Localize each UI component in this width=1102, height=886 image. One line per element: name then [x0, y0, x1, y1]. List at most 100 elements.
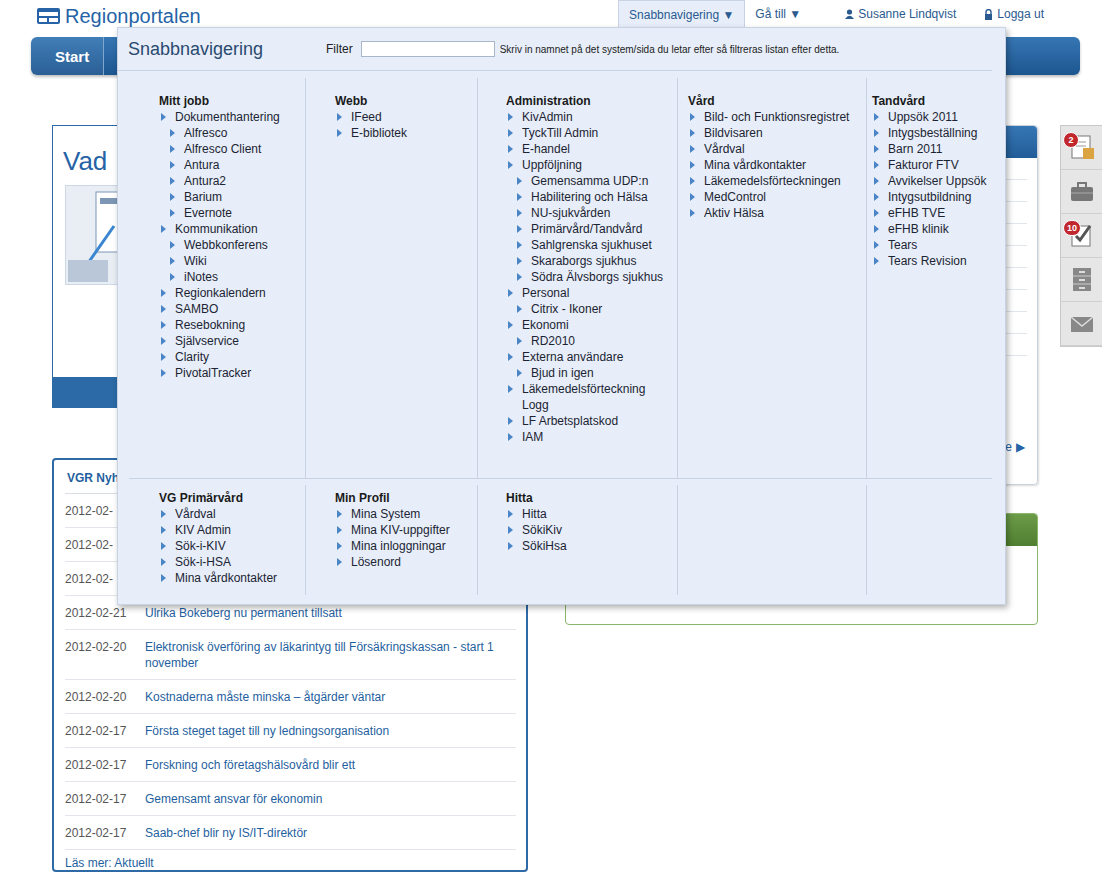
quicknav-item[interactable]: IFeed — [335, 109, 471, 125]
quicknav-link[interactable]: Fakturor FTV — [888, 157, 959, 173]
quicknav-link[interactable]: E-handel — [522, 141, 570, 157]
quicknav-link[interactable]: Personal — [522, 285, 569, 301]
quicknav-link[interactable]: Aktiv Hälsa — [704, 205, 764, 221]
quicknav-item[interactable]: Avvikelser Uppsök — [872, 173, 1004, 189]
quicknav-link[interactable]: Barn 2011 — [888, 141, 943, 157]
quicknav-link[interactable]: Wiki — [184, 253, 207, 269]
quicknav-link[interactable]: Resebokning — [175, 317, 245, 333]
news-row[interactable]: 2012-02-17Första steget taget till ny le… — [65, 714, 516, 748]
quicknav-item[interactable]: Kommunikation — [159, 221, 299, 237]
news-link[interactable]: Forskning och företagshälsovård blir ett — [145, 757, 355, 773]
quicknav-link[interactable]: Intygsutbildning — [888, 189, 971, 205]
news-link[interactable]: Elektronisk överföring av läkarintyg til… — [145, 639, 516, 671]
quicknav-item[interactable]: Bild- och Funktionsregistret — [688, 109, 864, 125]
quicknav-link[interactable]: Regionkalendern — [175, 285, 266, 301]
quicknav-item[interactable]: TyckTill Admin — [506, 125, 671, 141]
top-nav-label[interactable]: Gå till ▼ — [755, 7, 801, 21]
quicknav-link[interactable]: Mina vårdkontakter — [704, 157, 806, 173]
quicknav-item[interactable]: Tears — [872, 237, 1004, 253]
quicknav-item[interactable]: LF Arbetsplatskod — [506, 413, 671, 429]
quicknav-link[interactable]: MedControl — [704, 189, 766, 205]
quicknav-item[interactable]: Läkemedelsförteckning Logg — [506, 381, 671, 413]
right-box-link[interactable]: e — [1005, 440, 1012, 454]
quicknav-item[interactable]: Citrix - Ikoner — [506, 301, 671, 317]
toolbar-button[interactable] — [1061, 170, 1102, 214]
quicknav-link[interactable]: Mina System — [351, 506, 420, 522]
quicknav-link[interactable]: Vårdval — [704, 141, 745, 157]
logout-link[interactable]: Logga ut — [974, 0, 1054, 28]
quicknav-link[interactable]: Tears Revision — [888, 253, 967, 269]
quicknav-item[interactable]: Barium — [159, 189, 299, 205]
quicknav-link[interactable]: Uppsök 2011 — [888, 109, 958, 125]
user-name[interactable]: Susanne Lindqvist — [858, 7, 956, 21]
quicknav-link[interactable]: Bildvisaren — [704, 125, 763, 141]
quicknav-link[interactable]: Clarity — [175, 349, 209, 365]
quicknav-item[interactable]: Dokumenthantering — [159, 109, 299, 125]
quicknav-item[interactable]: Mina vårdkontakter — [688, 157, 864, 173]
quicknav-item[interactable]: E-bibliotek — [335, 125, 471, 141]
news-link[interactable]: Saab-chef blir ny IS/IT-direktör — [145, 825, 307, 841]
quicknav-item[interactable]: KivAdmin — [506, 109, 671, 125]
quicknav-link[interactable]: Citrix - Ikoner — [531, 301, 602, 317]
top-nav-label[interactable]: Snabbnavigering ▼ — [629, 8, 734, 22]
news-link[interactable]: Första steget taget till ny ledningsorga… — [145, 723, 389, 739]
quicknav-item[interactable]: Södra Älvsborgs sjukhus — [506, 269, 671, 285]
filter-input[interactable] — [361, 41, 495, 57]
quicknav-item[interactable]: KIV Admin — [159, 522, 299, 538]
news-row[interactable]: 2012-02-17Gemensamt ansvar för ekonomin — [65, 782, 516, 816]
nav-tab[interactable]: Start — [31, 37, 104, 75]
quicknav-item[interactable]: PivotalTracker — [159, 365, 299, 381]
quicknav-link[interactable]: Bjud in igen — [531, 365, 594, 381]
quicknav-link[interactable]: Barium — [184, 189, 222, 205]
more-link[interactable]: Läs mer: Aktuellt — [65, 850, 516, 870]
quicknav-link[interactable]: Södra Älvsborgs sjukhus — [531, 269, 663, 285]
quicknav-item[interactable]: MedControl — [688, 189, 864, 205]
quicknav-item[interactable]: Uppföljning — [506, 157, 671, 173]
quicknav-item[interactable]: Sahlgrenska sjukhuset — [506, 237, 671, 253]
quicknav-link[interactable]: Habilitering och Hälsa — [531, 189, 648, 205]
quicknav-item[interactable]: SökiHsa — [506, 538, 671, 554]
quicknav-link[interactable]: Mina inloggningar — [351, 538, 446, 554]
quicknav-link[interactable]: Antura2 — [184, 173, 226, 189]
quicknav-item[interactable]: Uppsök 2011 — [872, 109, 1004, 125]
news-link[interactable]: Kostnaderna måste minska – åtgärder vänt… — [145, 689, 385, 705]
quicknav-item[interactable]: Lösenord — [335, 554, 471, 570]
quicknav-link[interactable]: Antura — [184, 157, 219, 173]
quicknav-item[interactable]: Resebokning — [159, 317, 299, 333]
quicknav-item[interactable]: Mina KIV-uppgifter — [335, 522, 471, 538]
quicknav-link[interactable]: eFHB klinik — [888, 221, 949, 237]
quicknav-item[interactable]: Wiki — [159, 253, 299, 269]
logo[interactable]: Regionportalen — [0, 0, 201, 27]
quicknav-link[interactable]: KIV Admin — [175, 522, 231, 538]
quicknav-item[interactable]: Alfresco — [159, 125, 299, 141]
quicknav-link[interactable]: Externa användare — [522, 349, 623, 365]
quicknav-link[interactable]: LF Arbetsplatskod — [522, 413, 618, 429]
quicknav-link[interactable]: Sök-i-KIV — [175, 538, 226, 554]
quicknav-link[interactable]: Gemensamma UDP:n — [531, 173, 648, 189]
quicknav-item[interactable]: E-handel — [506, 141, 671, 157]
quicknav-link[interactable]: IFeed — [351, 109, 382, 125]
quicknav-item[interactable]: Alfresco Client — [159, 141, 299, 157]
quicknav-link[interactable]: Läkemedelsförteckning Logg — [522, 381, 671, 413]
quicknav-item[interactable]: Mina vårdkontakter — [159, 570, 299, 586]
quicknav-item[interactable]: Clarity — [159, 349, 299, 365]
quicknav-link[interactable]: PivotalTracker — [175, 365, 251, 381]
quicknav-link[interactable]: Vårdval — [175, 506, 216, 522]
quicknav-link[interactable]: Alfresco Client — [184, 141, 261, 157]
quicknav-link[interactable]: Självservice — [175, 333, 239, 349]
news-row[interactable]: 2012-02-17Forskning och företagshälsovår… — [65, 748, 516, 782]
quicknav-link[interactable]: eFHB TVE — [888, 205, 945, 221]
quicknav-item[interactable]: Bildvisaren — [688, 125, 864, 141]
quicknav-item[interactable]: Externa användare — [506, 349, 671, 365]
quicknav-link[interactable]: Bild- och Funktionsregistret — [704, 109, 849, 125]
quicknav-item[interactable]: Aktiv Hälsa — [688, 205, 864, 221]
quicknav-item[interactable]: Bjud in igen — [506, 365, 671, 381]
quicknav-link[interactable]: Sahlgrenska sjukhuset — [531, 237, 652, 253]
quicknav-link[interactable]: Avvikelser Uppsök — [888, 173, 986, 189]
quicknav-link[interactable]: Ekonomi — [522, 317, 569, 333]
quicknav-item[interactable]: Mina System — [335, 506, 471, 522]
quicknav-link[interactable]: Skaraborgs sjukhus — [531, 253, 636, 269]
quicknav-link[interactable]: Intygsbeställning — [888, 125, 977, 141]
toolbar-button[interactable] — [1061, 302, 1102, 346]
quicknav-item[interactable]: Skaraborgs sjukhus — [506, 253, 671, 269]
